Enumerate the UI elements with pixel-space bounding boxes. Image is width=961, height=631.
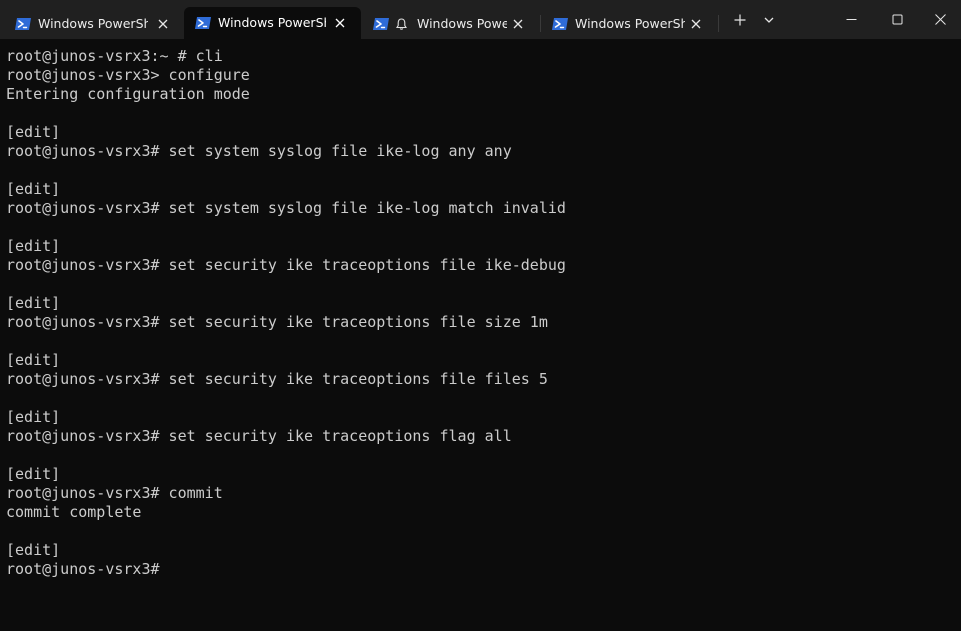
- bell-icon: [396, 17, 407, 30]
- terminal-line: root@junos-vsrx3# set security ike trace…: [6, 313, 548, 331]
- maximize-icon: [892, 14, 902, 25]
- tab-label: Windows PowerShe: [38, 15, 148, 31]
- terminal-line: root@junos-vsrx3# set system syslog file…: [6, 199, 566, 217]
- tab-label: Windows Powe: [417, 15, 507, 31]
- close-icon[interactable]: [691, 19, 701, 29]
- terminal-line: [edit]: [6, 237, 61, 255]
- new-tab-button[interactable]: [726, 0, 754, 39]
- terminal-line: [edit]: [6, 465, 61, 483]
- terminal-line: [edit]: [6, 123, 61, 141]
- minimize-button[interactable]: [828, 0, 874, 39]
- chevron-down-icon: [764, 17, 774, 23]
- terminal-line: [edit]: [6, 408, 61, 426]
- terminal-line: [edit]: [6, 180, 61, 198]
- tab-dropdown-button[interactable]: [756, 0, 782, 39]
- close-icon: [935, 14, 946, 25]
- window-close-button[interactable]: [920, 0, 961, 39]
- tab-label: Windows PowerSh: [218, 15, 326, 30]
- terminal-line: [edit]: [6, 294, 61, 312]
- tab-separator: [718, 15, 719, 32]
- powershell-icon: [15, 17, 31, 30]
- terminal-line: root@junos-vsrx3# set security ike trace…: [6, 256, 566, 274]
- powershell-icon: [195, 17, 211, 29]
- close-icon[interactable]: [513, 19, 523, 29]
- terminal-line: root@junos-vsrx3# set security ike trace…: [6, 427, 512, 445]
- plus-icon: [734, 14, 746, 25]
- tab-label: Windows PowerShe: [575, 15, 685, 31]
- tab-powershell-2[interactable]: Windows PowerSh: [184, 7, 361, 39]
- terminal-line: root@junos-vsrx3# commit: [6, 484, 223, 502]
- minimize-icon: [846, 19, 856, 20]
- terminal-line: [edit]: [6, 541, 61, 559]
- terminal-line: commit complete: [6, 503, 142, 521]
- powershell-icon: [373, 17, 389, 30]
- terminal-line: [edit]: [6, 351, 61, 369]
- terminal-line: Entering configuration mode: [6, 85, 250, 103]
- tab-powershell-4[interactable]: Windows PowerShe: [541, 8, 718, 39]
- tab-powershell-1[interactable]: Windows PowerShe: [4, 8, 182, 39]
- terminal-output[interactable]: root@junos-vsrx3:~ # cli root@junos-vsrx3…: [0, 39, 961, 631]
- terminal-line: root@junos-vsrx3:~ # cli: [6, 47, 223, 65]
- terminal-line: root@junos-vsrx3# set system syslog file…: [6, 142, 512, 160]
- terminal-window: Windows PowerShe Windows PowerSh Windows…: [0, 0, 961, 631]
- close-icon[interactable]: [335, 18, 345, 28]
- tab-powershell-3[interactable]: Windows Powe: [362, 8, 534, 39]
- powershell-icon: [552, 17, 568, 30]
- terminal-line: root@junos-vsrx3> configure: [6, 66, 250, 84]
- close-icon[interactable]: [158, 19, 168, 29]
- title-bar: Windows PowerShe Windows PowerSh Windows…: [0, 0, 961, 39]
- terminal-line: root@junos-vsrx3# set security ike trace…: [6, 370, 548, 388]
- maximize-button[interactable]: [874, 0, 920, 39]
- terminal-line: root@junos-vsrx3#: [6, 560, 160, 578]
